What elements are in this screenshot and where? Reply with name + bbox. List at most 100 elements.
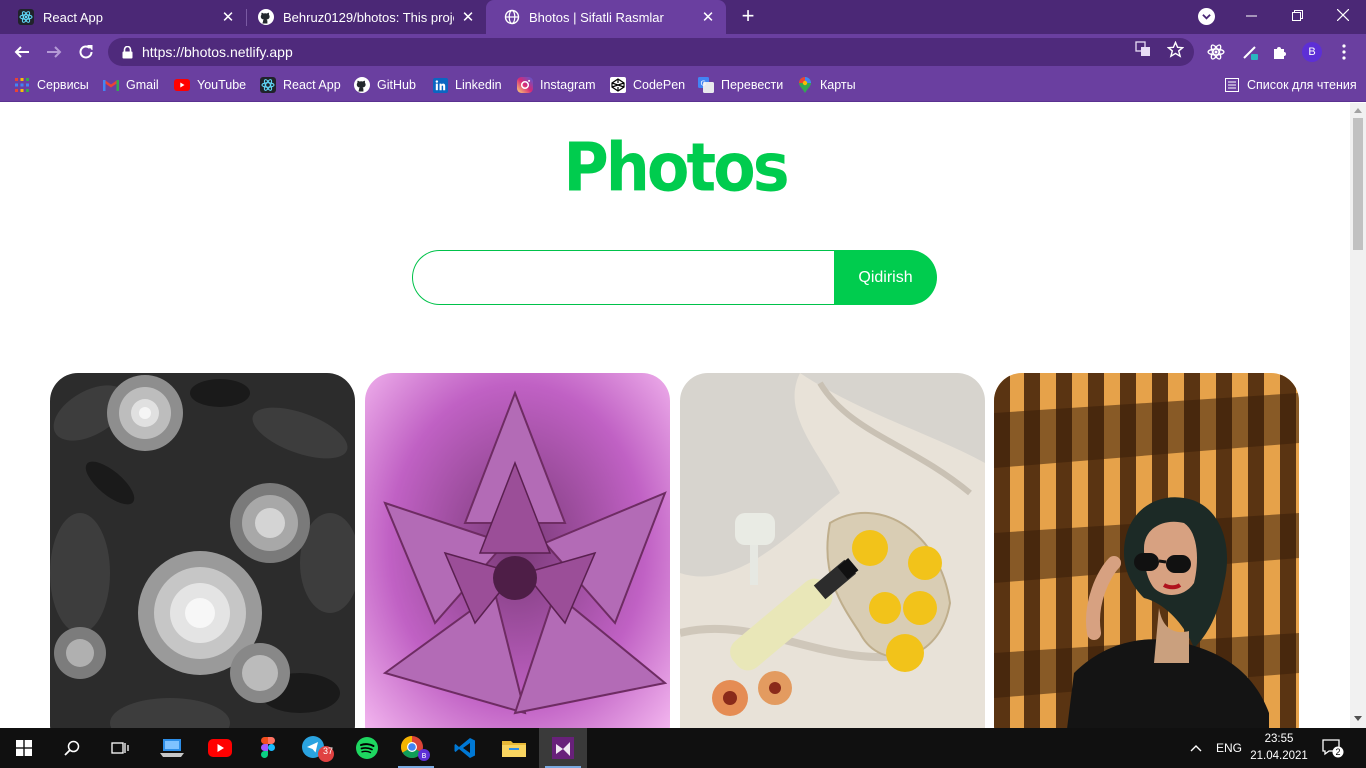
tab-search-icon[interactable] [1198, 8, 1215, 25]
minimize-button[interactable] [1228, 0, 1274, 30]
back-arrow-icon[interactable] [8, 38, 36, 66]
photo-card-succulent[interactable] [365, 373, 670, 728]
bookmark-label: Перевести [721, 78, 784, 92]
bookmark-label: GitHub [377, 78, 416, 92]
photo-succulent-image [365, 373, 670, 728]
bookmark-label: Instagram [540, 78, 596, 92]
telegram-icon[interactable]: 37 [294, 728, 342, 768]
tab-strip: React App ✕ Behruz0129/bhotos: This proj… [0, 0, 1366, 34]
search-input[interactable] [412, 250, 842, 305]
windows-taskbar: 37 B ENG 23:55 21.04.2021 2 [0, 728, 1366, 768]
reading-list-icon [1224, 77, 1240, 93]
tab-github[interactable]: Behruz0129/bhotos: This project ✕ [240, 0, 486, 34]
tray-overflow-chevron-icon[interactable] [1190, 728, 1202, 768]
bookmark-label: Gmail [126, 78, 159, 92]
notification-center-icon[interactable]: 2 [1322, 728, 1344, 768]
browser-toolbar: https://bhotos.netlify.app B [0, 34, 1366, 70]
bookmark-star-icon[interactable] [1166, 40, 1184, 58]
react-devtools-icon[interactable] [1206, 42, 1226, 62]
bookmark-codepen[interactable]: CodePen [610, 70, 685, 100]
photo-card-roses[interactable] [50, 373, 355, 728]
search-icon[interactable] [48, 728, 96, 768]
bookmarks-bar: Сервисы Gmail YouTube React App GitHub L… [0, 70, 1366, 102]
bookmark-label: Карты [820, 78, 856, 92]
photo-woman-image [994, 373, 1299, 728]
restore-button[interactable] [1274, 0, 1320, 30]
menu-kebab-icon[interactable] [1334, 42, 1354, 62]
youtube-app-icon[interactable] [196, 728, 244, 768]
chrome-icon[interactable]: B [392, 728, 440, 768]
bookmark-gmail[interactable]: Gmail [103, 70, 159, 100]
github-icon [354, 77, 370, 93]
globe-icon [504, 9, 520, 25]
vscode-icon[interactable] [441, 728, 489, 768]
lock-icon[interactable] [120, 45, 134, 59]
close-icon[interactable]: ✕ [220, 9, 236, 26]
figma-icon[interactable] [244, 728, 292, 768]
telegram-badge: 37 [322, 746, 333, 756]
scrollbar-thumb[interactable] [1353, 118, 1363, 250]
new-tab-button[interactable]: + [737, 5, 759, 28]
react-icon [18, 9, 34, 25]
address-bar[interactable]: https://bhotos.netlify.app [108, 38, 1194, 66]
github-icon [258, 9, 274, 25]
search-form: Qidirish [412, 250, 937, 305]
tab-react-app[interactable]: React App ✕ [0, 0, 246, 34]
svg-text:G: G [701, 80, 706, 88]
scroll-down-arrow[interactable] [1354, 716, 1362, 721]
maps-icon [797, 77, 813, 93]
linkedin-icon [432, 77, 448, 93]
tab-bhotos[interactable]: Bhotos | Sifatli Rasmlar ✕ [486, 0, 726, 34]
search-button[interactable]: Qidirish [834, 250, 937, 305]
bookmark-youtube[interactable]: YouTube [174, 70, 246, 100]
app-pc-icon[interactable] [148, 728, 196, 768]
bookmark-label: Сервисы [37, 78, 89, 92]
bookmark-services[interactable]: Сервисы [14, 70, 89, 100]
notification-count: 2 [1335, 747, 1341, 757]
tab-title: Behruz0129/bhotos: This project [283, 9, 454, 25]
reading-list-button[interactable]: Список для чтения [1224, 70, 1357, 100]
color-picker-icon[interactable] [1240, 42, 1260, 62]
spotify-icon[interactable] [343, 728, 391, 768]
profile-avatar[interactable]: B [1302, 42, 1322, 62]
bookmark-linkedin[interactable]: Linkedin [432, 70, 502, 100]
windows-start-icon[interactable] [0, 728, 48, 768]
youtube-icon [174, 77, 190, 93]
apps-grid-icon [14, 77, 30, 93]
bookmark-label: YouTube [197, 78, 247, 92]
bookmark-label: Linkedin [455, 78, 502, 92]
close-icon[interactable]: ✕ [700, 9, 716, 26]
bookmark-react-app[interactable]: React App [260, 70, 341, 100]
clock-time: 23:55 [1264, 733, 1294, 745]
bookmark-maps[interactable]: Карты [797, 70, 856, 100]
gmail-icon [103, 77, 119, 93]
scroll-up-arrow[interactable] [1354, 108, 1362, 113]
reload-icon[interactable] [72, 38, 100, 66]
tab-title: Bhotos | Sifatli Rasmlar [529, 9, 664, 25]
photo-picnic-image [680, 373, 985, 728]
reading-list-label: Список для чтения [1247, 78, 1357, 92]
instagram-icon [517, 77, 533, 93]
system-clock[interactable]: 23:55 21.04.2021 [1248, 731, 1310, 765]
tab-title: React App [43, 9, 103, 25]
task-view-icon[interactable] [96, 728, 144, 768]
bookmark-translate[interactable]: G Перевести [698, 70, 783, 100]
bookmark-github[interactable]: GitHub [354, 70, 416, 100]
page-content: Photos Qidirish [0, 103, 1350, 728]
close-icon[interactable]: ✕ [460, 9, 476, 26]
forward-arrow-icon[interactable] [40, 38, 68, 66]
site-logo[interactable]: Photos [0, 128, 1350, 207]
close-window-button[interactable] [1320, 0, 1366, 30]
photo-roses-image [50, 373, 355, 728]
translate-icon[interactable] [1134, 40, 1152, 58]
photo-card-picnic[interactable] [680, 373, 985, 728]
page-scrollbar[interactable] [1350, 103, 1366, 728]
input-language[interactable]: ENG [1216, 728, 1242, 768]
photo-card-woman[interactable] [994, 373, 1299, 728]
visual-studio-icon[interactable] [539, 728, 587, 768]
bookmark-instagram[interactable]: Instagram [517, 70, 596, 100]
extensions-puzzle-icon[interactable] [1270, 42, 1290, 62]
react-icon [260, 77, 276, 93]
file-explorer-icon[interactable] [490, 728, 538, 768]
bookmark-label: CodePen [633, 78, 686, 92]
